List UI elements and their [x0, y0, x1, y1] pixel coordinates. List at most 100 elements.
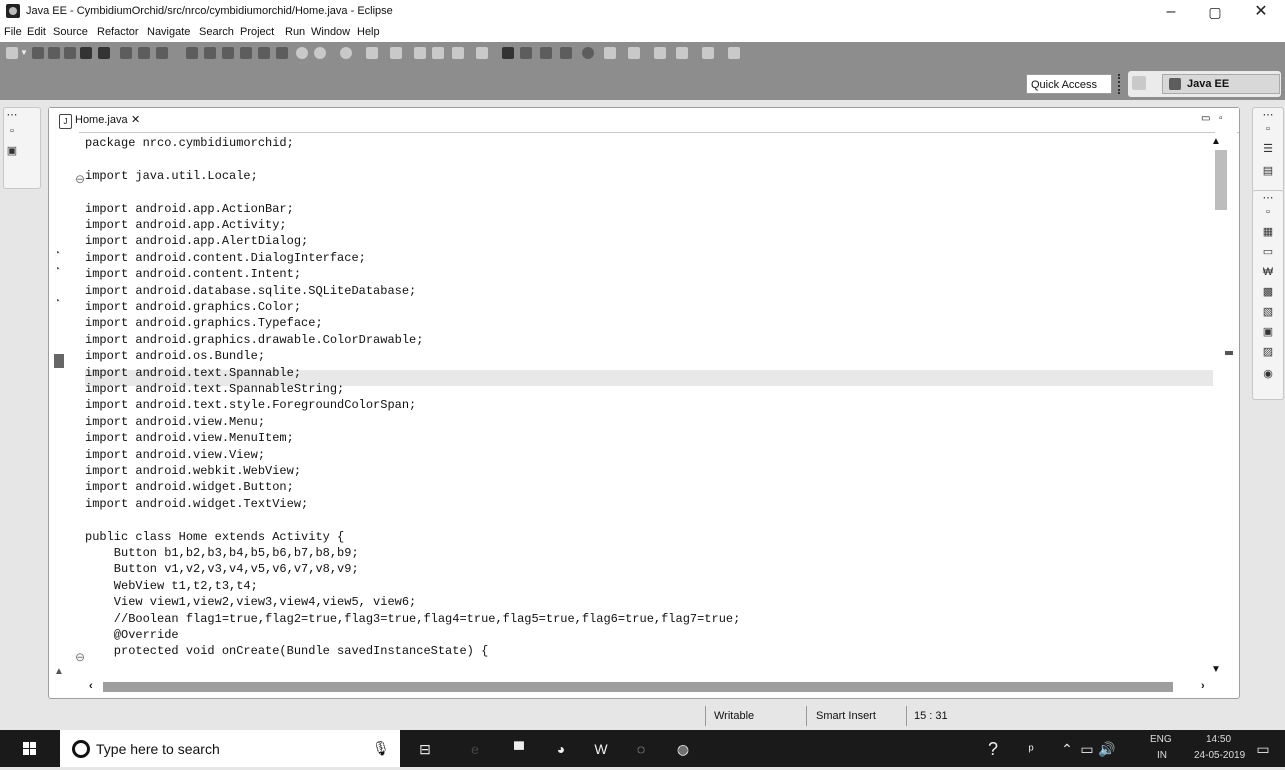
server-icon[interactable] — [296, 47, 308, 59]
data-source-icon[interactable]: ▩ — [1261, 285, 1275, 299]
trim-menu-icon[interactable]: ⋯ — [5, 108, 19, 122]
minimize-editor-icon[interactable]: ▭ — [1201, 113, 1210, 124]
print-icon[interactable] — [64, 47, 76, 59]
debug-icon[interactable] — [314, 47, 326, 59]
save-all-icon[interactable] — [48, 47, 60, 59]
suspend-icon[interactable] — [258, 47, 270, 59]
edge-icon[interactable]: e — [466, 740, 484, 758]
open-perspective-icon[interactable] — [1132, 76, 1146, 90]
code-line[interactable]: import android.content.DialogInterface; — [85, 250, 366, 266]
code-line[interactable]: package nrco.cymbidiumorchid; — [85, 135, 294, 151]
code-line[interactable]: View view1,view2,view3,view4,view5, view… — [85, 594, 416, 610]
scroll-right-icon[interactable]: › — [1201, 680, 1205, 692]
save-icon[interactable] — [32, 47, 44, 59]
search-icon[interactable] — [520, 47, 532, 59]
console-icon[interactable]: ▣ — [1261, 325, 1275, 339]
overview-ruler[interactable] — [1215, 132, 1237, 678]
terminal-icon[interactable] — [98, 47, 110, 59]
network-icon[interactable]: ▭ — [1078, 740, 1096, 758]
back-icon[interactable] — [676, 47, 688, 59]
android-icon[interactable]: ◉ — [1261, 367, 1275, 381]
tab-home-java[interactable]: J Home.java ✕ — [55, 110, 155, 132]
show-hidden-icons-icon[interactable]: ⌃ — [1058, 740, 1076, 758]
code-line[interactable]: import android.widget.TextView; — [85, 496, 308, 512]
annotation-icon[interactable] — [560, 47, 572, 59]
menu-search[interactable]: Search — [199, 26, 234, 38]
task-view-icon[interactable]: ⊟ — [416, 740, 434, 758]
properties-icon[interactable]: ▭ — [1261, 245, 1275, 259]
restore-icon-top[interactable]: ▫ — [1261, 122, 1275, 136]
code-line[interactable]: WebView t1,t2,t3,t4; — [85, 578, 258, 594]
new-icon[interactable] — [6, 47, 18, 59]
code-line[interactable]: protected void onCreate(Bundle savedInst… — [85, 643, 488, 659]
scroll-down-icon[interactable]: ▼ — [1211, 664, 1221, 675]
menu-edit[interactable]: Edit — [27, 26, 46, 38]
task-icon[interactable] — [540, 47, 552, 59]
volume-icon[interactable]: 🔊 — [1098, 740, 1116, 758]
region-indicator[interactable]: IN — [1157, 750, 1167, 761]
new-package-icon[interactable] — [432, 47, 444, 59]
code-line[interactable]: //Boolean flag1=true,flag2=true,flag3=tr… — [85, 611, 741, 627]
code-line[interactable]: import android.view.MenuItem; — [85, 430, 294, 446]
step-over-icon[interactable] — [222, 47, 234, 59]
menu-file[interactable]: File — [4, 26, 22, 38]
people-icon[interactable]: ᵖ — [1022, 740, 1040, 758]
menu-help[interactable]: Help — [357, 26, 380, 38]
code-line[interactable]: import java.util.Locale; — [85, 168, 258, 184]
toolbar-grip[interactable] — [1118, 74, 1126, 94]
overview-mark[interactable] — [1225, 351, 1233, 355]
menu-project[interactable]: Project — [240, 26, 274, 38]
close-button[interactable]: ✕ — [1241, 2, 1281, 22]
block-selection-icon[interactable] — [156, 47, 168, 59]
trim-menu-icon-top[interactable]: ⋯ — [1261, 108, 1275, 122]
code-line[interactable]: import android.view.View; — [85, 447, 265, 463]
code-area[interactable]: package nrco.cymbidiumorchid; import java… — [85, 135, 1221, 681]
forward-icon[interactable] — [702, 47, 714, 59]
code-line[interactable]: import android.webkit.WebView; — [85, 463, 301, 479]
restore-icon[interactable]: ▫ — [5, 124, 19, 138]
clock-time[interactable]: 14:50 — [1206, 734, 1231, 745]
quick-access-field[interactable]: Quick Access — [1026, 74, 1112, 94]
outline-icon[interactable]: ☰ — [1261, 142, 1275, 156]
scroll-up-icon[interactable]: ▲ — [1211, 136, 1221, 147]
microphone-icon[interactable]: 🎙 — [372, 740, 390, 757]
step-into-icon[interactable] — [204, 47, 216, 59]
step-return-icon[interactable] — [186, 47, 198, 59]
warning-marker-icon[interactable]: ◔ — [54, 296, 60, 307]
code-line[interactable]: import android.graphics.drawable.ColorDr… — [85, 332, 423, 348]
warning-marker-icon[interactable]: ◔ — [54, 248, 60, 259]
code-line[interactable]: import android.os.Bundle; — [85, 348, 265, 364]
tab-close-icon[interactable]: ✕ — [131, 113, 140, 126]
restore-icon-bottom[interactable]: ▫ — [1261, 205, 1275, 219]
code-line[interactable]: import android.widget.Button; — [85, 479, 294, 495]
media-player-icon[interactable]: ◕ — [552, 740, 570, 758]
code-line[interactable]: import android.graphics.Typeface; — [85, 315, 323, 331]
notifications-icon[interactable]: ▭ — [1254, 740, 1272, 758]
project-explorer-icon[interactable]: ▣ — [5, 144, 19, 158]
globe-icon[interactable] — [582, 47, 594, 59]
scroll-left-icon[interactable]: ‹ — [89, 680, 93, 692]
open-type-icon[interactable] — [476, 47, 488, 59]
file-explorer-icon[interactable]: ▀ — [510, 740, 528, 758]
toggle-mark-icon[interactable] — [138, 47, 150, 59]
code-line[interactable]: import android.app.ActionBar; — [85, 201, 294, 217]
eclipse-taskbar-icon[interactable]: ◍ — [674, 740, 692, 758]
code-line[interactable]: import android.app.Activity; — [85, 217, 287, 233]
prev-annotation-icon[interactable] — [628, 47, 640, 59]
code-line[interactable]: @Override — [85, 627, 179, 643]
code-line[interactable]: import android.app.AlertDialog; — [85, 233, 308, 249]
coverage-icon[interactable] — [366, 47, 378, 59]
help-icon[interactable]: ? — [984, 740, 1002, 758]
task-list-icon[interactable]: ▤ — [1261, 164, 1275, 178]
trim-menu-icon-bottom[interactable]: ⋯ — [1261, 191, 1275, 205]
loading-app-icon[interactable]: ◌ — [632, 740, 650, 758]
perspective-java-ee[interactable]: Java EE — [1162, 74, 1280, 94]
new-java-project-icon[interactable] — [414, 47, 426, 59]
code-line[interactable]: import android.text.Spannable; — [85, 365, 301, 381]
code-line[interactable]: Button v1,v2,v3,v4,v5,v6,v7,v8,v9; — [85, 561, 359, 577]
code-line[interactable]: import android.text.style.ForegroundColo… — [85, 397, 416, 413]
fold-toggle-icon[interactable]: ⊖ — [75, 650, 85, 664]
code-line[interactable]: import android.graphics.Color; — [85, 299, 301, 315]
pin-icon[interactable] — [728, 47, 740, 59]
menu-source[interactable]: Source — [53, 26, 88, 38]
